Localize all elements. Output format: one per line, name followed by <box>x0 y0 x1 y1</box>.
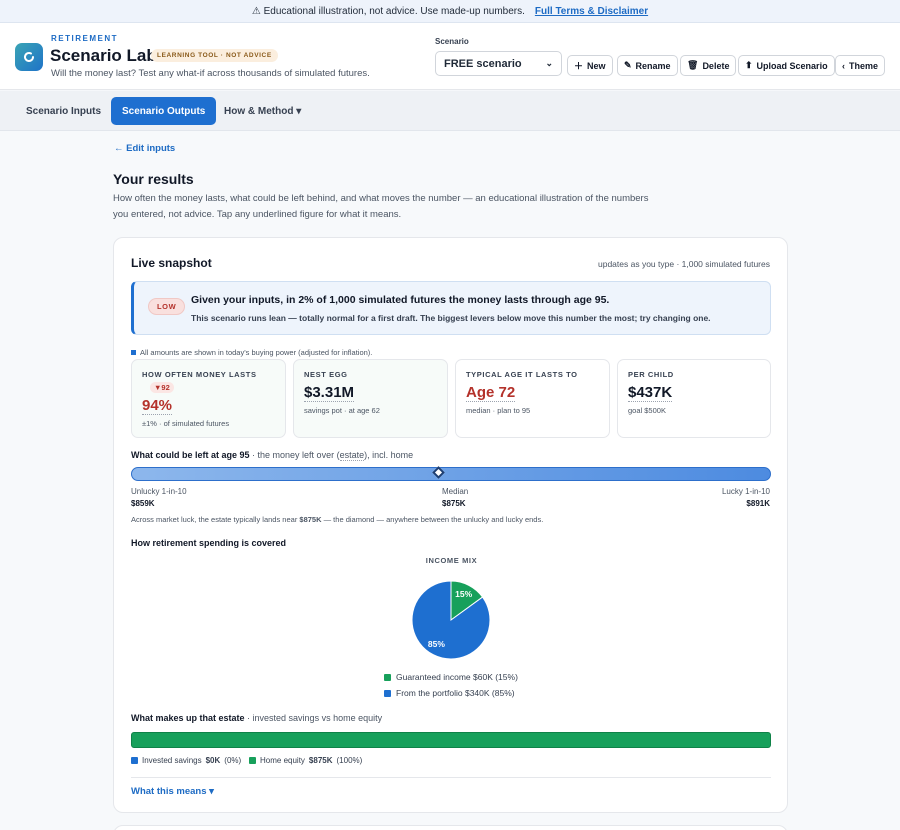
scenario-select[interactable]: FREE scenario ⌄ <box>435 51 562 76</box>
refresh-icon <box>24 52 34 62</box>
terms-link[interactable]: Full Terms & Disclaimer <box>535 6 648 17</box>
upload-icon: ⬆ <box>745 60 753 70</box>
estate-range-title: What could be left at age 95 · the money… <box>131 450 414 461</box>
banner-text: ⚠ Educational illustration, not advice. … <box>251 5 525 17</box>
scenario-label: Scenario <box>435 37 469 46</box>
stat-money-lasts[interactable]: HOW OFTEN MONEY LASTS ▼92 94% ±1% · of s… <box>131 359 286 438</box>
brand-kicker: RETIREMENT <box>51 34 118 43</box>
tab-how-method[interactable]: How & Method ▾ <box>213 97 312 125</box>
chevron-down-icon: ⌄ <box>545 58 553 68</box>
theme-button[interactable]: ‹ Theme <box>835 55 886 76</box>
main-tabs: Scenario Inputs Scenario Outputs How & M… <box>0 91 900 131</box>
disclaimer-banner: ⚠ Educational illustration, not advice. … <box>0 0 900 23</box>
legend-swatch <box>131 757 138 764</box>
estate-makeup-bar <box>131 732 771 748</box>
rename-label: Rename <box>635 60 671 71</box>
divider <box>131 777 771 778</box>
stat-value[interactable]: $437K <box>628 384 673 402</box>
median-label: Median <box>442 487 469 496</box>
spending-title: How retirement spending is covered <box>131 538 287 548</box>
stat-value[interactable]: $3.31M <box>304 384 355 402</box>
upload-label: Upload Scenario <box>756 60 828 71</box>
new-label: New <box>587 60 606 71</box>
new-button[interactable]: ＋ New <box>567 55 613 76</box>
delete-button[interactable]: 🗑 Delete <box>680 55 737 76</box>
brand-badge: LEARNING TOOL · NOT ADVICE <box>151 49 278 62</box>
stat-sub: savings pot · at age 62 <box>304 406 380 415</box>
app-logo <box>15 43 43 71</box>
verdict-sub: This scenario runs lean — totally normal… <box>191 313 711 323</box>
stat-label: TYPICAL AGE IT LASTS TO <box>466 370 578 379</box>
inflation-note-text: All amounts are shown in today's buying … <box>140 348 373 357</box>
legend-swatch <box>384 673 391 681</box>
verdict-headline: Given your inputs, in 2% of 1,000 simula… <box>191 294 610 306</box>
app-header: RETIREMENT Scenario Lab. LEARNING TOOL ·… <box>0 23 900 90</box>
next-card <box>113 825 788 830</box>
stat-value[interactable]: 94% <box>142 397 173 415</box>
edit-inputs-link[interactable]: ← Edit inputs <box>114 143 175 154</box>
estate-range-note: Across market luck, the estate typically… <box>131 515 544 524</box>
stat-per-child[interactable]: PER CHILD $437K goal $500K <box>617 359 771 438</box>
unlucky-label: Unlucky 1-in-10 <box>131 487 187 496</box>
pie-label-guaranteed: 15% <box>455 589 472 599</box>
verdict-callout: LOW Given your inputs, in 2% of 1,000 si… <box>131 281 771 335</box>
estate-makeup-title: What makes up that estate · invested sav… <box>131 713 383 723</box>
plus-icon: ＋ <box>574 61 584 71</box>
delta-badge: ▼92 <box>150 382 174 393</box>
brand-subtitle: Will the money last? Test any what-if ac… <box>51 68 370 79</box>
lucky-label: Lucky 1-in-10 <box>721 487 770 496</box>
snapshot-note: updates as you type · 1,000 simulated fu… <box>598 259 770 269</box>
unlucky-value: $859K <box>131 499 155 508</box>
stat-nest-egg[interactable]: NEST EGG $3.31M savings pot · at age 62 <box>293 359 448 438</box>
stat-label: NEST EGG <box>304 370 348 379</box>
lucky-value: $891K <box>746 499 770 508</box>
legend-swatch <box>384 689 391 697</box>
estate-term-link[interactable]: estate <box>339 450 365 461</box>
square-bullet-icon <box>131 350 136 355</box>
tab-scenario-inputs[interactable]: Scenario Inputs <box>15 97 112 125</box>
trash-icon: 🗑 <box>687 60 699 70</box>
status-badge: LOW <box>148 298 186 315</box>
brand-title: Scenario Lab. <box>50 46 162 65</box>
what-this-means-toggle[interactable]: What this means ▾ <box>131 786 214 797</box>
legend-portfolio: From the portfolio $340K (85%) <box>384 688 515 698</box>
theme-label: Theme <box>849 60 879 71</box>
chevron-left-icon: ‹ <box>842 60 845 71</box>
pencil-icon: ✎ <box>624 60 632 70</box>
pie-label-portfolio: 85% <box>428 639 445 649</box>
income-mix-title: INCOME MIX <box>425 556 478 565</box>
stat-typical-age[interactable]: TYPICAL AGE IT LASTS TO Age 72 median · … <box>455 359 610 438</box>
tab-scenario-outputs[interactable]: Scenario Outputs <box>111 97 217 125</box>
income-mix-pie: 15% 85% <box>411 580 491 660</box>
legend-swatch <box>249 757 256 764</box>
stat-value[interactable]: Age 72 <box>466 384 516 402</box>
rename-button[interactable]: ✎ Rename <box>617 55 678 76</box>
stat-sub: median · plan to 95 <box>466 406 531 415</box>
stat-label: PER CHILD <box>628 370 674 379</box>
median-value: $875K <box>442 499 466 508</box>
live-snapshot-card: Live snapshot updates as you type · 1,00… <box>113 237 788 813</box>
stat-sub: ±1% · of simulated futures <box>142 419 230 428</box>
results-page: ← Edit inputs Your results How often the… <box>0 131 900 830</box>
legend-invested-savings: Invested savings $0K (0%) <box>131 756 241 765</box>
scenario-selected: FREE scenario <box>444 57 522 70</box>
delete-label: Delete <box>702 60 730 71</box>
estate-range-bar <box>131 467 771 481</box>
legend-guaranteed: Guaranteed income $60K (15%) <box>384 672 518 682</box>
upload-scenario-button[interactable]: ⬆ Upload Scenario <box>738 55 835 76</box>
stat-sub: goal $500K <box>628 406 666 415</box>
page-title: Your results <box>113 171 194 187</box>
page-description: How often the money lasts, what could be… <box>113 193 649 220</box>
inflation-note: All amounts are shown in today's buying … <box>131 348 372 357</box>
snapshot-title: Live snapshot <box>131 256 212 270</box>
stat-label: HOW OFTEN MONEY LASTS <box>142 370 257 379</box>
legend-home-equity: Home equity $875K (100%) <box>249 756 362 765</box>
